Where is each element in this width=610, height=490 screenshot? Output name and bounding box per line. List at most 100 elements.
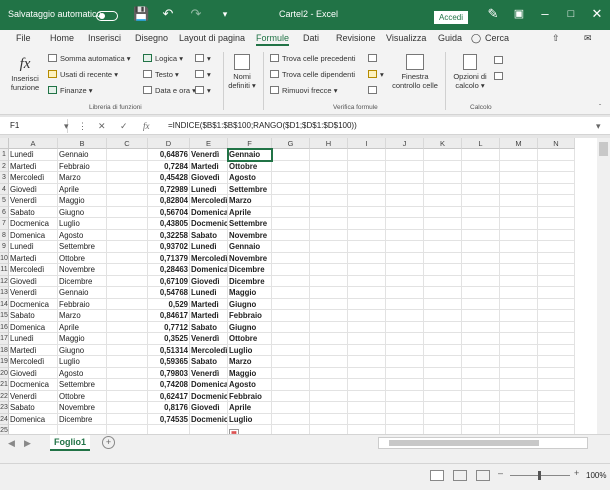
cell[interactable]: Marzo [228, 195, 272, 207]
cell[interactable] [424, 321, 462, 333]
cell[interactable] [386, 264, 424, 276]
cell[interactable] [500, 183, 538, 195]
cell[interactable] [310, 172, 348, 184]
calc-options-button[interactable]: Opzioni di calcolo ▾ [450, 54, 490, 90]
save-icon[interactable]: 💾 [133, 7, 149, 21]
lookup-button[interactable]: ▾ [195, 54, 211, 63]
cell[interactable] [462, 310, 500, 322]
cell[interactable]: Mercoledì [9, 172, 58, 184]
cell[interactable] [386, 402, 424, 414]
cell[interactable]: Novembre [58, 264, 107, 276]
cell[interactable] [107, 333, 148, 345]
cell[interactable] [272, 310, 310, 322]
next-sheet-icon[interactable]: ▶ [24, 438, 31, 449]
cell[interactable] [272, 183, 310, 195]
row-header[interactable]: 19 [0, 356, 9, 368]
cell[interactable] [538, 218, 575, 230]
cell[interactable] [462, 390, 500, 402]
cell[interactable]: 0,72989 [148, 183, 190, 195]
cell[interactable] [538, 425, 575, 434]
cell[interactable] [310, 287, 348, 299]
cell[interactable] [310, 229, 348, 241]
customize-qat-icon[interactable]: ▾ [218, 7, 232, 21]
cell[interactable] [310, 413, 348, 425]
cell[interactable]: 0,51314 [148, 344, 190, 356]
cell[interactable]: 0,56704 [148, 206, 190, 218]
cell[interactable]: Maggio [228, 367, 272, 379]
cell[interactable]: Marzo [58, 310, 107, 322]
signin-button[interactable]: Accedi [434, 11, 468, 24]
cell[interactable] [462, 149, 500, 161]
cell[interactable] [538, 367, 575, 379]
cell[interactable] [348, 287, 386, 299]
cell[interactable] [462, 172, 500, 184]
cell[interactable]: 0,28463 [148, 264, 190, 276]
cell[interactable] [462, 183, 500, 195]
cell[interactable] [272, 275, 310, 287]
cell[interactable]: Settembre [228, 183, 272, 195]
cell[interactable]: Aprile [58, 183, 107, 195]
cell[interactable] [424, 344, 462, 356]
row-header[interactable]: 5 [0, 195, 9, 207]
cell[interactable] [386, 241, 424, 253]
row-header[interactable]: 23 [0, 402, 9, 414]
undo-icon[interactable]: ↶ [161, 7, 175, 21]
cell[interactable] [107, 321, 148, 333]
cell[interactable]: Martedì [9, 160, 58, 172]
cell[interactable] [310, 321, 348, 333]
row-header[interactable]: 10 [0, 252, 9, 264]
cell[interactable] [538, 252, 575, 264]
cell[interactable] [538, 379, 575, 391]
cell[interactable] [424, 275, 462, 287]
cell[interactable]: Giugno [58, 206, 107, 218]
cell[interactable] [500, 344, 538, 356]
tab-page-layout[interactable]: Layout di pagina [179, 33, 245, 43]
cell[interactable] [424, 218, 462, 230]
cell[interactable] [348, 218, 386, 230]
cell[interactable]: Settembre [228, 218, 272, 230]
cell[interactable] [500, 252, 538, 264]
logic-button[interactable]: Logica ▾ [143, 54, 183, 63]
cell[interactable] [310, 379, 348, 391]
cell[interactable]: Lunedì [9, 333, 58, 345]
cell[interactable]: Aprile [228, 402, 272, 414]
cell[interactable] [500, 287, 538, 299]
cell[interactable]: Giovedì [9, 367, 58, 379]
cell[interactable]: Giugno [228, 298, 272, 310]
cell[interactable] [538, 413, 575, 425]
row-header[interactable]: 1 [0, 149, 9, 161]
cell[interactable] [310, 160, 348, 172]
cell[interactable] [272, 229, 310, 241]
cell[interactable]: Domenica [190, 206, 228, 218]
cell[interactable] [386, 218, 424, 230]
cell[interactable] [500, 195, 538, 207]
cell[interactable]: Gennaio [58, 149, 107, 161]
cell[interactable] [386, 287, 424, 299]
cell[interactable] [310, 149, 348, 161]
column-header[interactable]: I [348, 138, 386, 149]
cell[interactable] [462, 206, 500, 218]
calc-sheet-button[interactable] [494, 72, 506, 81]
namebox-dropdown-icon[interactable]: ▾ [64, 119, 69, 133]
cell[interactable] [272, 264, 310, 276]
cell[interactable] [310, 356, 348, 368]
cell[interactable] [462, 275, 500, 287]
cell[interactable] [538, 172, 575, 184]
cell[interactable] [310, 183, 348, 195]
cell[interactable] [424, 390, 462, 402]
cell[interactable]: Venerdì [9, 195, 58, 207]
cell[interactable] [190, 425, 228, 434]
cell[interactable] [348, 206, 386, 218]
cell[interactable] [424, 149, 462, 161]
tab-home[interactable]: Home [50, 33, 74, 43]
cell[interactable] [386, 183, 424, 195]
finance-button[interactable]: Finanze ▾ [48, 86, 93, 95]
cell[interactable]: 0,54768 [148, 287, 190, 299]
cell[interactable]: Maggio [228, 287, 272, 299]
cell[interactable]: Giovedì [190, 275, 228, 287]
cell[interactable] [107, 344, 148, 356]
enter-icon[interactable]: ✓ [120, 119, 128, 133]
cell[interactable] [107, 287, 148, 299]
cell[interactable] [538, 195, 575, 207]
cell[interactable] [272, 206, 310, 218]
